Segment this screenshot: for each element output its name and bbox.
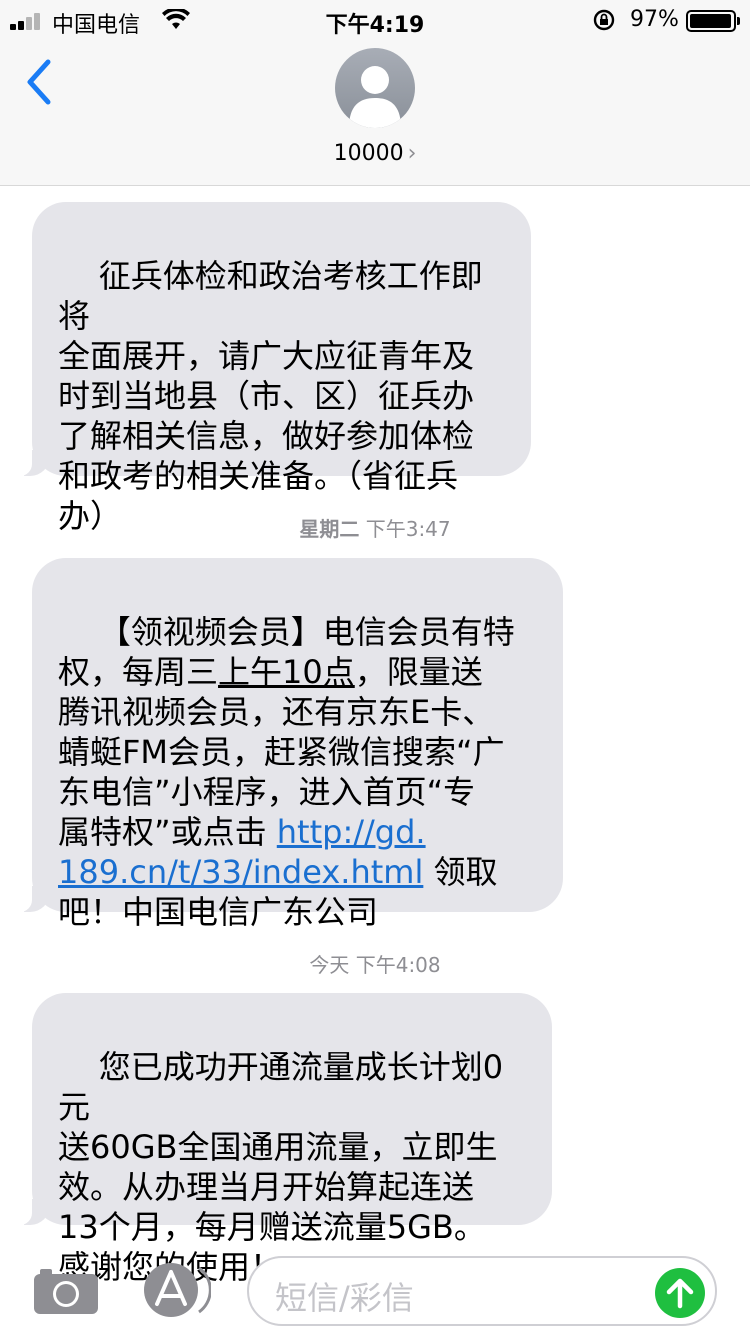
camera-icon[interactable] [34,1266,98,1314]
avatar[interactable] [335,48,415,128]
conversation-header: 中国电信 下午4:19 97% 10000 › [0,0,750,186]
timestamp-time: 下午3:47 [365,517,451,541]
timestamp-day: 星期二 [299,517,360,541]
message-input[interactable]: 短信/彩信 [247,1256,717,1326]
message-text: 您已成功开通流量成长计划0元 送60GB全国通用流量，立即生 效。从办理当月开始… [58,1048,504,1286]
app-store-icon[interactable] [141,1262,211,1318]
status-bar: 中国电信 下午4:19 97% [0,0,750,40]
send-button[interactable] [655,1268,705,1318]
timestamp: 今天 下午4:08 [0,949,750,978]
arrow-up-icon [666,1278,694,1309]
message-text: 征兵体检和政治考核工作即将 全面展开，请广大应征青年及 时到当地县（市、区）征兵… [58,257,483,535]
chevron-left-icon[interactable] [22,58,56,106]
message-bubble[interactable]: 【领视频会员】电信会员有特 权，每周三上午10点，限量送 腾讯视频会员，还有京东… [18,558,563,931]
message-bubble[interactable]: 征兵体检和政治考核工作即将 全面展开，请广大应征青年及 时到当地县（市、区）征兵… [18,202,531,535]
message-placeholder: 短信/彩信 [275,1279,414,1317]
person-silhouette-icon [349,66,401,128]
messages-screen: 中国电信 下午4:19 97% 10000 › 征兵体检和政治考核工作即将 全面… [0,0,750,1334]
timestamp-day: 今天 [309,953,350,977]
contact-name[interactable]: 10000 › [0,141,750,166]
rotation-lock-icon [593,9,615,31]
timestamp: 星期二 下午3:47 [0,513,750,542]
message-bubble[interactable]: 您已成功开通流量成长计划0元 送60GB全国通用流量，立即生 效。从办理当月开始… [18,993,552,1286]
battery-icon [686,10,740,32]
timestamp-time: 下午4:08 [355,953,441,977]
date-detected-text[interactable]: 上午10点 [218,653,355,691]
chevron-right-icon: › [407,141,417,166]
battery-percent: 97% [630,7,679,32]
